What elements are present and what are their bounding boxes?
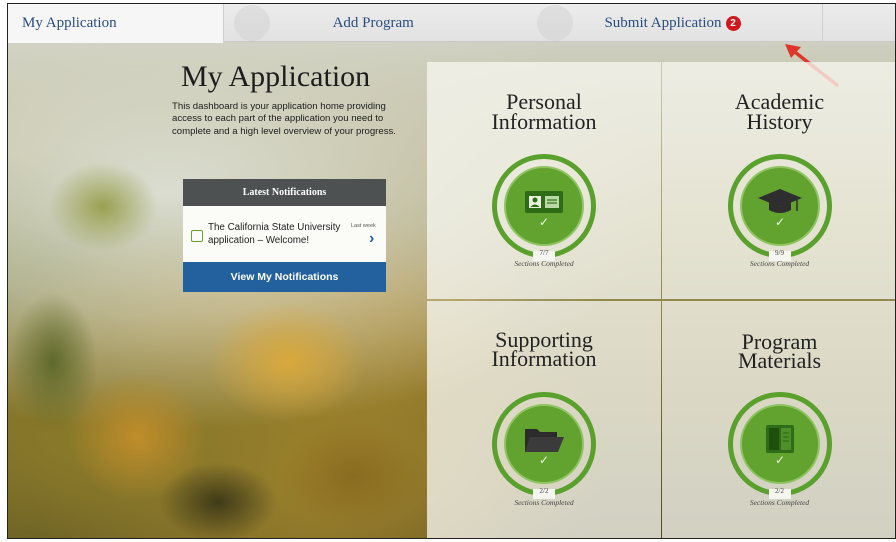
check-icon: ✓ (538, 453, 550, 467)
notifications-widget: Latest Notifications The California Stat… (183, 179, 386, 292)
view-notifications-button[interactable]: View My Notifications (183, 262, 386, 292)
thumbs-up-icon (191, 230, 203, 242)
notification-badge: 2 (725, 15, 741, 31)
tab-label: Submit Application (604, 14, 722, 31)
tab-my-application[interactable]: My Application (8, 4, 224, 43)
sections-label: Sections Completed (749, 259, 810, 268)
tab-label: Add Program (332, 14, 414, 31)
sections-count: 2/2 (539, 487, 549, 495)
panel-title-line2: Materials (737, 348, 822, 373)
notification-message: The California State University applicat… (208, 222, 341, 246)
chevron-right-icon[interactable]: › (369, 231, 374, 247)
sections-label: Sections Completed (514, 259, 574, 268)
graduation-cap-icon (733, 187, 827, 217)
sections-label: Sections Completed (749, 498, 810, 507)
tab-more[interactable] (822, 4, 895, 42)
tab-bg-icon (536, 5, 573, 41)
check-icon: ✓ (774, 453, 786, 467)
panel-title-line2: Information (491, 109, 597, 134)
panel-program-materials[interactable]: Program Materials ✓ 2/2 Sections Complet… (662, 301, 895, 538)
tab-add-program[interactable]: Add Program (224, 4, 523, 42)
app-frame: My Application Add Program Submit Applic… (7, 3, 896, 539)
sections-count: 7/7 (539, 249, 549, 257)
panel-academic-history[interactable]: Academic History ✓ 9/9 Sections Complete… (662, 62, 895, 299)
book-icon (733, 423, 827, 455)
panel-supporting-information[interactable]: Supporting Information ✓ 2/2 Sections Co… (427, 301, 661, 538)
sections-count: 2/2 (775, 487, 784, 495)
progress-ring: ✓ (728, 392, 832, 499)
progress-ring: ✓ (492, 154, 596, 261)
folder-icon (497, 425, 591, 455)
tab-submit-application[interactable]: Submit Application 2 (523, 4, 822, 42)
notification-item[interactable]: The California State University applicat… (183, 206, 386, 262)
panel-personal-information[interactable]: Personal Information ✓ 7/7 Sections Comp… (427, 62, 661, 299)
panel-title-line2: History (746, 109, 813, 134)
tab-bar: My Application Add Program Submit Applic… (8, 4, 895, 43)
sections-label: Sections Completed (514, 498, 574, 507)
tab-bg-icon (233, 5, 270, 41)
page-description: This dashboard is your application home … (172, 101, 396, 137)
page-title: My Application (181, 60, 371, 93)
notification-time: Last week (351, 223, 376, 229)
progress-ring: ✓ (492, 392, 596, 499)
check-icon: ✓ (538, 215, 550, 229)
progress-ring: ✓ (728, 154, 832, 261)
tab-label: My Application (22, 15, 117, 31)
sections-count: 9/9 (775, 249, 784, 257)
panel-title-line2: Information (491, 346, 597, 371)
check-icon: ✓ (774, 215, 786, 229)
notifications-header: Latest Notifications (183, 179, 386, 206)
id-card-icon (497, 190, 591, 214)
